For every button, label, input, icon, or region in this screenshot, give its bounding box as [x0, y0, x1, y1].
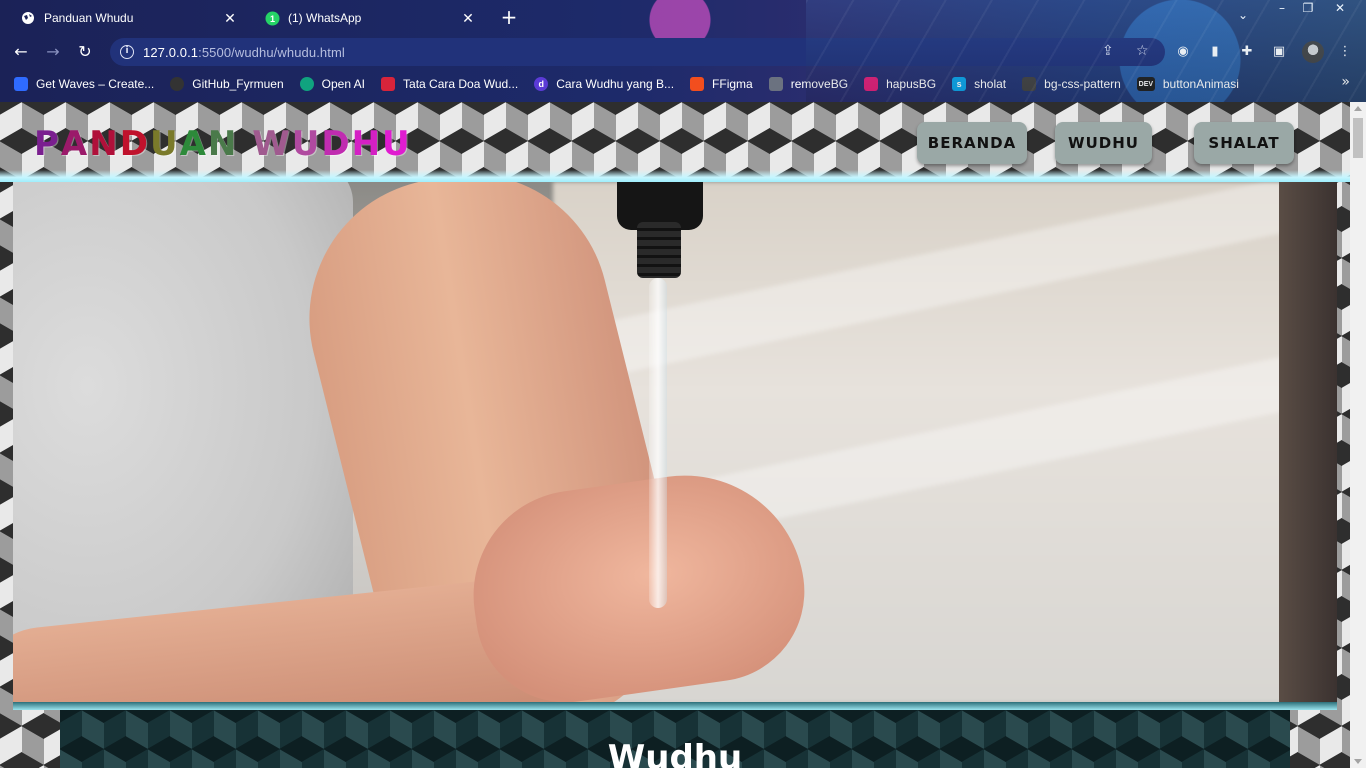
bookmark-figma[interactable]: FFigma — [690, 77, 753, 91]
nav-shalat[interactable]: SHALAT — [1194, 122, 1294, 164]
nav-beranda[interactable]: BERANDA — [917, 122, 1027, 164]
extension-doc-icon[interactable]: ▮ — [1206, 43, 1224, 61]
bookmarks-overflow-icon[interactable]: » — [1341, 74, 1350, 90]
scroll-thumb[interactable] — [1353, 118, 1363, 158]
minimize-icon[interactable]: – — [1268, 0, 1296, 18]
bookmark-label: Open AI — [321, 77, 366, 91]
wudhu-section: Wudhu — [60, 710, 1290, 768]
figma-icon — [690, 77, 705, 91]
back-arrow-icon[interactable]: ← — [10, 41, 32, 63]
tab-search-chevron-icon[interactable]: ⌄ — [1238, 8, 1248, 22]
share-icon[interactable]: ⇪ — [1102, 43, 1114, 59]
bookmark-label: buttonAnimasi — [1162, 77, 1239, 91]
bookmark-github[interactable]: GitHub_Fyrmuen — [170, 77, 284, 91]
bookmark-label: bg-css-pattern — [1044, 77, 1121, 91]
bookmark-label: GitHub_Fyrmuen — [192, 77, 284, 91]
extensions-puzzle-icon[interactable]: ✚ — [1238, 43, 1256, 61]
toolbar: ← → ↻ i 127.0.0.1:5500/wudhu/whudu.html … — [0, 36, 1366, 68]
tab-whatsapp[interactable]: 1 (1) WhatsApp ✕ — [252, 4, 486, 32]
hero-water-stream — [649, 278, 667, 608]
page-viewport: PANDUAN WUDHU BERANDA WUDHU SHALAT Wudhu — [0, 102, 1350, 768]
bookmark-label: sholat — [974, 77, 1007, 91]
extension-circle-icon[interactable]: ◉ — [1174, 43, 1192, 61]
bookmark-label: Cara Wudhu yang B... — [556, 77, 675, 91]
hero-post — [1279, 182, 1337, 702]
tab-title: (1) WhatsApp — [288, 11, 362, 25]
tab-panduan-whudu[interactable]: Panduan Whudu ✕ — [8, 4, 248, 32]
github-icon — [170, 77, 185, 91]
bookmark-label: Get Waves – Create... — [36, 77, 155, 91]
side-panel-icon[interactable]: ▣ — [1270, 43, 1288, 61]
header-glow — [0, 170, 1350, 182]
hapusbg-icon — [864, 77, 879, 91]
bookmark-removebg[interactable]: removeBG — [768, 77, 849, 91]
bookmark-openai[interactable]: Open AI — [299, 77, 366, 91]
scroll-up-arrow-icon[interactable] — [1354, 106, 1362, 111]
address-bar[interactable]: i 127.0.0.1:5500/wudhu/whudu.html ⇪ ☆ — [110, 38, 1165, 66]
browser-chrome: Panduan Whudu ✕ 1 (1) WhatsApp ✕ + ⌄ – ❐… — [0, 0, 1366, 102]
page-scrollbar[interactable] — [1350, 102, 1366, 768]
bookmark-get-waves[interactable]: Get Waves – Create... — [14, 77, 154, 91]
scroll-down-arrow-icon[interactable] — [1354, 759, 1362, 764]
detik-icon: d — [534, 77, 549, 91]
profile-avatar[interactable] — [1302, 41, 1324, 63]
restore-icon[interactable]: ❐ — [1294, 0, 1322, 18]
main-nav: BERANDA WUDHU SHALAT — [0, 122, 1350, 166]
tab-strip: Panduan Whudu ✕ 1 (1) WhatsApp ✕ + ⌄ – ❐… — [0, 0, 1366, 36]
site-info-icon[interactable]: i — [120, 45, 134, 59]
whatsapp-badge: 1 — [269, 14, 274, 24]
waves-icon — [14, 77, 28, 91]
site-favicon-icon — [381, 77, 396, 91]
dev-icon: DEV — [1136, 77, 1155, 91]
close-window-icon[interactable]: ✕ — [1326, 0, 1354, 18]
openai-icon — [299, 77, 314, 91]
section-title: Wudhu — [607, 738, 743, 768]
close-tab-icon[interactable]: ✕ — [222, 10, 238, 26]
menu-dots-icon[interactable]: ⋮ — [1336, 43, 1354, 61]
url-path: :5500/wudhu/whudu.html — [198, 44, 345, 60]
hero-image — [13, 182, 1337, 702]
bookmark-label: removeBG — [790, 77, 849, 91]
bookmark-label: FFigma — [712, 77, 753, 91]
sholat-icon: s — [952, 77, 967, 91]
globe-icon — [20, 10, 36, 26]
tab-title: Panduan Whudu — [44, 11, 134, 25]
hero-nozzle — [637, 222, 681, 278]
bookmark-button-animasi[interactable]: DEV buttonAnimasi — [1136, 77, 1239, 91]
bookmark-hapusbg[interactable]: hapusBG — [864, 77, 936, 91]
close-tab-icon[interactable]: ✕ — [460, 10, 476, 26]
bookmark-label: Tata Cara Doa Wud... — [403, 77, 519, 91]
bookmarks-bar: Get Waves – Create... GitHub_Fyrmuen Ope… — [0, 70, 1366, 98]
whatsapp-icon: 1 — [264, 10, 280, 26]
bookmark-label: hapusBG — [886, 77, 937, 91]
url-text[interactable]: 127.0.0.1:5500/wudhu/whudu.html — [143, 45, 345, 60]
removebg-icon — [768, 77, 783, 91]
new-tab-button[interactable]: + — [498, 7, 520, 29]
url-host: 127.0.0.1 — [143, 44, 199, 60]
hero-bottom-border — [13, 702, 1337, 710]
nav-wudhu[interactable]: WUDHU — [1055, 122, 1152, 164]
bookmark-cara-wudhu[interactable]: d Cara Wudhu yang B... — [534, 77, 674, 91]
forward-arrow-icon[interactable]: → — [42, 41, 64, 63]
bookmark-bg-css-pattern[interactable]: bg-css-pattern — [1022, 77, 1121, 91]
pattern-icon — [1022, 77, 1037, 91]
reload-icon[interactable]: ↻ — [74, 41, 96, 63]
bookmark-tata-cara[interactable]: Tata Cara Doa Wud... — [381, 77, 518, 91]
bookmark-star-icon[interactable]: ☆ — [1136, 43, 1149, 59]
bookmark-sholat[interactable]: s sholat — [952, 77, 1006, 91]
